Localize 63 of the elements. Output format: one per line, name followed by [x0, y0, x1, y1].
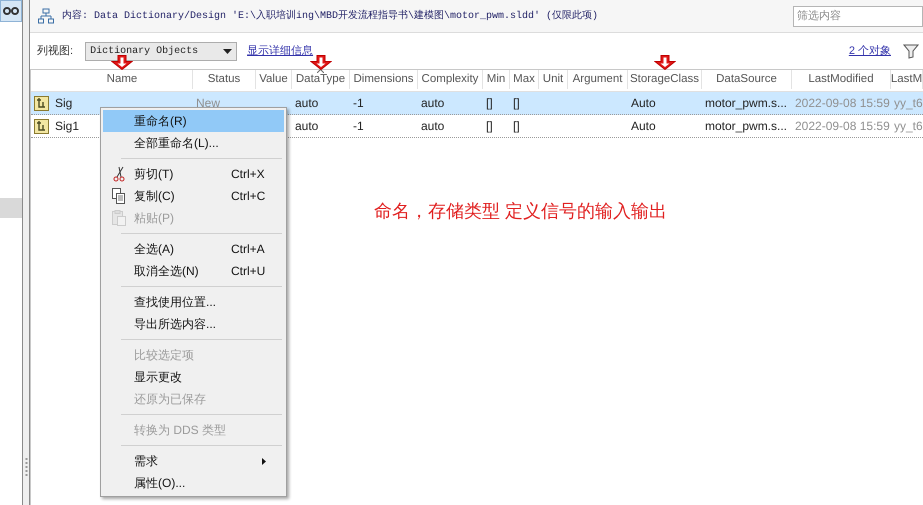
column-header[interactable]: Dimensions [353, 70, 414, 88]
hierarchy-icon [38, 8, 54, 24]
column-header[interactable]: Name [106, 70, 138, 88]
table-cell-text: Auto [631, 118, 656, 135]
copy-icon [112, 188, 126, 204]
table-cell-text: auto [295, 95, 318, 112]
column-header[interactable]: Value [259, 70, 288, 88]
annotation-text: 命名，存储类型 定义信号的输入输出 [374, 200, 668, 223]
view-dropdown[interactable]: Dictionary Objects [85, 42, 238, 60]
table-cell-text: 2022-09-08 15:59 [795, 95, 890, 112]
content-path: 内容: Data Dictionary/Design 'E:\入职培训ing\MBD开发流程指导书\建模图\motor_pwm.sldd' (仅限此项) [62, 8, 598, 24]
menu-item[interactable]: 需求 [103, 450, 284, 472]
grip-icon[interactable] [24, 458, 28, 477]
table-cell-text: New [196, 95, 220, 112]
filter-icon[interactable] [903, 43, 919, 59]
glasses-icon[interactable] [0, 0, 22, 22]
column-header[interactable]: LastModified [808, 70, 874, 88]
signal-icon [34, 118, 49, 134]
filter-field[interactable]: 筛选内容 [793, 6, 923, 26]
caret-icon [223, 48, 232, 54]
column-header[interactable]: DataSource [716, 70, 777, 88]
table-cell-text: auto [421, 95, 444, 112]
table-cell-text: Sig [55, 95, 72, 112]
table-cell-text: motor_pwm.s... [705, 118, 788, 135]
menu-item[interactable]: 显示更改 [103, 366, 284, 388]
menu-item[interactable]: 复制(C) Ctrl+C [103, 185, 284, 207]
table-row[interactable]: Sig New auto -1 auto [] [] Auto motor_pwm.s... 2022-09-08 15:59 yy_t6 [31, 92, 923, 115]
menu-item[interactable]: 属性(O)... [103, 472, 284, 494]
details-link[interactable]: 显示详细信息 [247, 42, 314, 60]
menu-item[interactable]: 导出所选内容... [103, 313, 284, 335]
menu-item[interactable]: 全选(A) Ctrl+A [103, 238, 284, 260]
table-cell-text: yy_t6 [894, 95, 923, 112]
table-cell-text: Auto [631, 95, 656, 112]
table-cell-text: 2022-09-08 15:59 [795, 118, 890, 135]
column-header[interactable]: Status [208, 70, 240, 88]
column-header[interactable]: Min [486, 70, 506, 88]
column-header[interactable]: LastM [890, 70, 922, 88]
table-cell-text: auto [295, 118, 318, 135]
scissors-icon [112, 166, 124, 182]
column-header[interactable]: Complexity [422, 70, 478, 88]
menu-item[interactable]: 查找使用位置... [103, 291, 284, 313]
table-cell-text: -1 [353, 95, 364, 112]
table-cell-text: yy_t6 [894, 118, 923, 135]
table-cell-text: [] [486, 95, 493, 112]
column-header[interactable]: Unit [542, 70, 564, 88]
paste-icon [112, 210, 126, 226]
table-cell-text: auto [421, 118, 444, 135]
object-count-link[interactable]: 2 个对象 [848, 42, 891, 60]
table-cell-text: [] [486, 118, 493, 135]
table-cell-text: Sig1 [55, 118, 80, 135]
column-header[interactable]: Max [513, 70, 535, 88]
table-cell-text: -1 [353, 118, 364, 135]
column-header[interactable]: DataType [296, 70, 346, 88]
menu-item[interactable]: 重命名(R) [103, 110, 284, 132]
column-header[interactable]: StorageClass [630, 70, 700, 88]
column-header[interactable]: Argument [572, 70, 622, 88]
signal-icon [34, 96, 49, 110]
table-cell-text: [] [513, 118, 520, 135]
menu-item[interactable]: 剪切(T) Ctrl+X [103, 163, 284, 185]
table-cell-text: motor_pwm.s... [705, 95, 788, 112]
menu-item[interactable]: 取消全选(N) Ctrl+U [103, 260, 284, 282]
table-cell-text: [] [513, 95, 520, 112]
view-label: 列视图: [37, 44, 74, 59]
